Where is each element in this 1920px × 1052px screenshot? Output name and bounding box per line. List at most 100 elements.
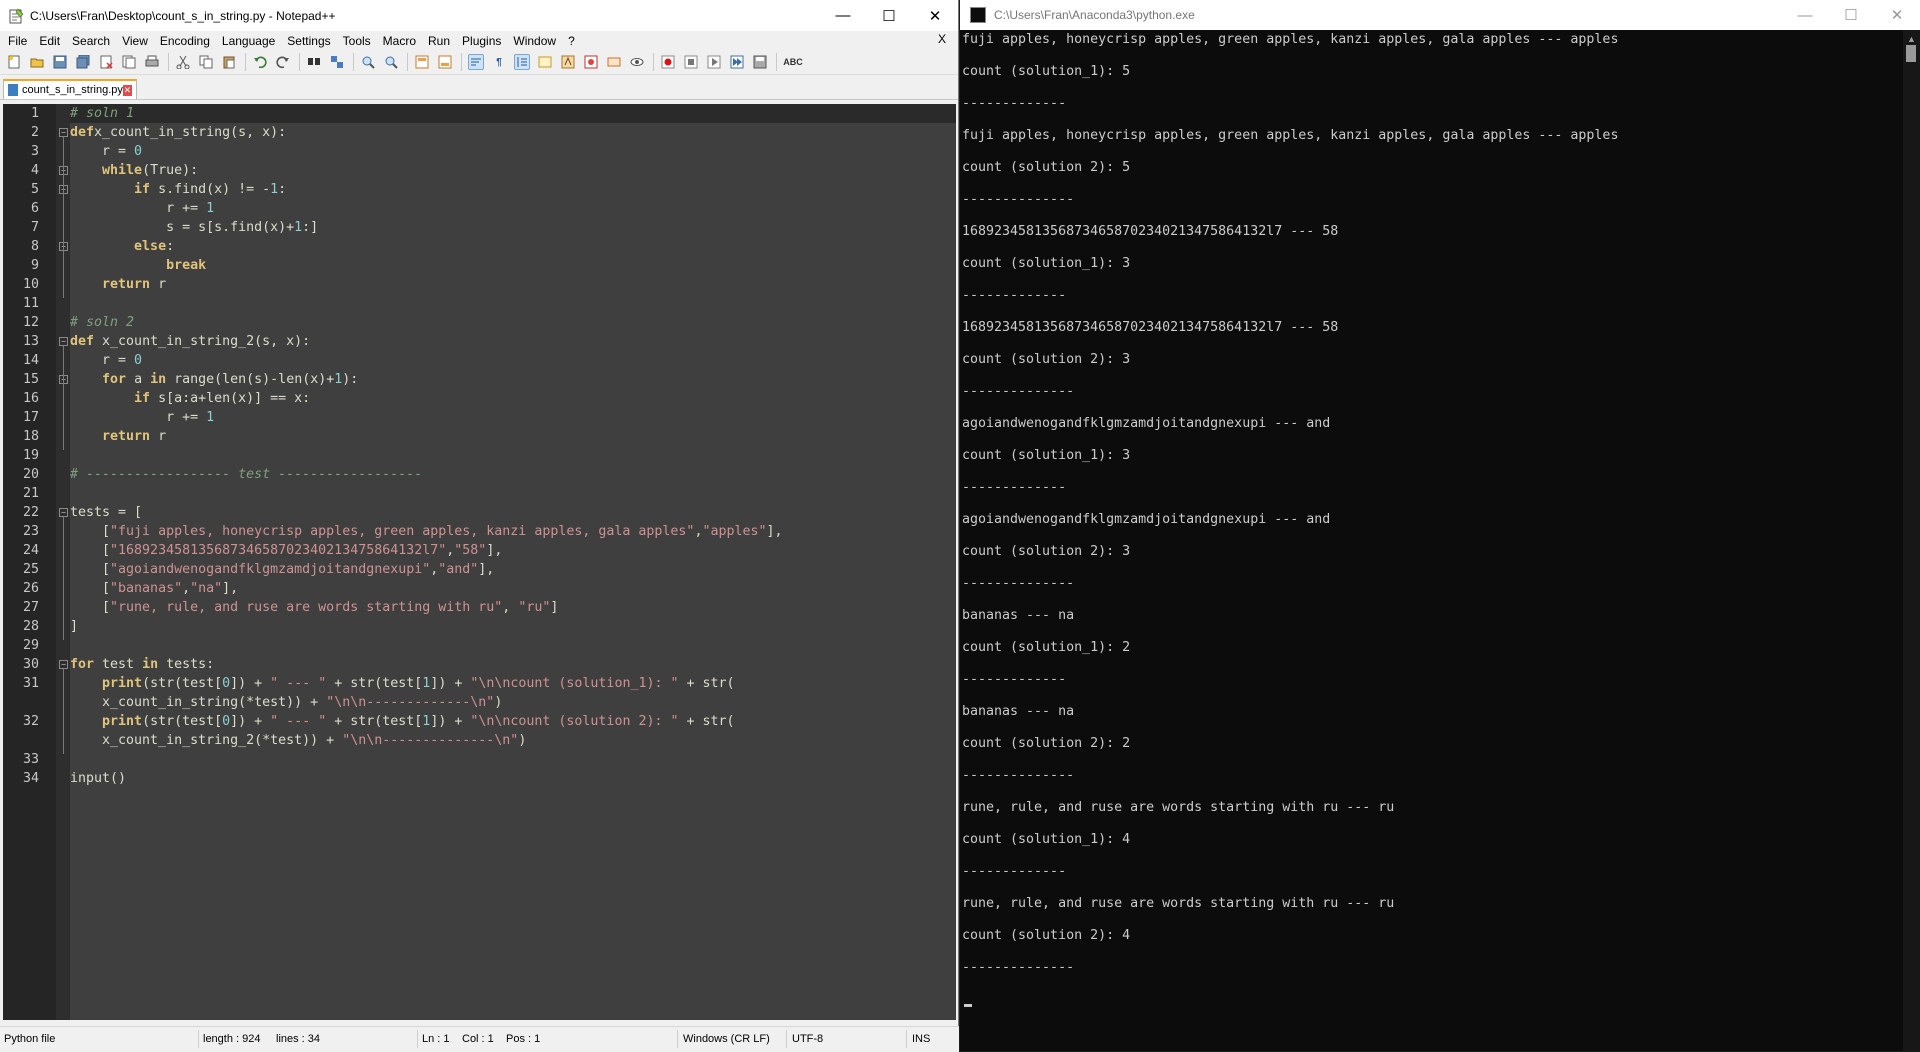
menu-search[interactable]: Search — [66, 34, 116, 48]
line-number: 31 — [22, 676, 39, 691]
console-line: -------------- — [962, 192, 1075, 207]
console-scrollbar[interactable]: ▲ — [1903, 30, 1920, 1051]
monitoring-icon[interactable] — [606, 54, 622, 70]
sync-vertical-icon[interactable] — [414, 54, 430, 70]
document-map-icon[interactable] — [537, 54, 553, 70]
fold-toggle-icon[interactable]: − — [59, 660, 68, 669]
menu-view[interactable]: View — [116, 34, 154, 48]
close-all-icon[interactable] — [121, 54, 137, 70]
zoom-in-icon[interactable] — [360, 54, 376, 70]
code-line: ["bananas","na"], — [70, 579, 238, 598]
console-line: fuji apples, honeycrisp apples, green ap… — [962, 32, 1619, 47]
status-eol[interactable]: Windows (CR LF) — [683, 1033, 770, 1045]
console-line: -------------- — [962, 384, 1075, 399]
menu-window[interactable]: Window — [507, 34, 562, 48]
code-token: "ru" — [518, 600, 551, 615]
fold-toggle-icon[interactable]: − — [59, 508, 68, 517]
menu-edit[interactable]: Edit — [33, 34, 66, 48]
menu-file[interactable]: File — [2, 34, 33, 48]
menu-macro[interactable]: Macro — [377, 34, 422, 48]
save-all-icon[interactable] — [75, 54, 91, 70]
copy-icon[interactable] — [198, 54, 214, 70]
save-macro-icon[interactable] — [752, 54, 768, 70]
redo-icon[interactable] — [275, 54, 291, 70]
minimize-button[interactable]: — — [820, 0, 866, 31]
status-encoding[interactable]: UTF-8 — [792, 1033, 823, 1045]
code-token: ], — [478, 562, 495, 577]
show-all-characters-icon[interactable]: ¶ — [491, 54, 507, 70]
code-token: "bananas" — [110, 581, 183, 596]
indent-guide-icon[interactable] — [514, 54, 530, 70]
code-line: if s[a:a+len(x)] == x: — [70, 389, 310, 408]
code-token: + str( — [678, 676, 735, 691]
save-icon[interactable] — [52, 54, 68, 70]
tab-close-icon[interactable]: ✕ — [122, 84, 132, 96]
code-token: " --- " — [270, 714, 327, 729]
close-document-button[interactable]: X — [932, 32, 952, 46]
paste-icon[interactable] — [221, 54, 237, 70]
status-insert-mode[interactable]: INS — [912, 1033, 930, 1045]
eye-icon[interactable] — [629, 54, 645, 70]
console-close-button[interactable]: ✕ — [1874, 0, 1920, 31]
run-macro-multiple-icon[interactable] — [729, 54, 745, 70]
code-editor[interactable]: 1 2 3 4 5 6 7 8 9 10 11 12 13 14 15 16 17 18 19 20 21 22 23 24 2… — [3, 104, 956, 1020]
line-number: 19 — [22, 448, 39, 463]
notepadpp-titlebar[interactable]: C:\Users\Fran\Desktop\count_s_in_string.… — [0, 0, 958, 31]
menu-tools[interactable]: Tools — [337, 34, 377, 48]
code-token: [ — [70, 581, 111, 596]
zoom-out-icon[interactable] — [383, 54, 399, 70]
fold-guide-line — [63, 669, 64, 754]
close-file-icon[interactable] — [98, 54, 114, 70]
fold-toggle-icon[interactable]: − — [59, 337, 68, 346]
line-number: 24 — [22, 543, 39, 558]
code-token: # soln 1 — [70, 106, 135, 121]
record-macro-icon[interactable] — [660, 54, 676, 70]
folder-as-workspace-icon[interactable] — [583, 54, 599, 70]
tab-count-s-in-string[interactable]: count_s_in_string.py ✕ — [3, 79, 137, 99]
stop-macro-icon[interactable] — [683, 54, 699, 70]
scroll-up-arrow-icon[interactable]: ▲ — [1907, 34, 1916, 44]
close-button[interactable]: ✕ — [912, 0, 958, 31]
console-line: count (solution_1): 3 — [962, 448, 1131, 463]
menu-help[interactable]: ? — [562, 34, 581, 48]
console-maximize-button[interactable]: ☐ — [1828, 0, 1874, 31]
menu-run[interactable]: Run — [422, 34, 456, 48]
function-list-icon[interactable] — [560, 54, 576, 70]
toolbar-separator — [353, 53, 354, 71]
cut-icon[interactable] — [175, 54, 191, 70]
sync-horizontal-icon[interactable] — [437, 54, 453, 70]
toolbar-separator — [653, 53, 654, 71]
new-file-icon[interactable] — [6, 54, 22, 70]
open-file-icon[interactable] — [29, 54, 45, 70]
menu-plugins[interactable]: Plugins — [456, 34, 507, 48]
code-area[interactable]: # soln 1 defx_count_in_string(s, x): r = … — [70, 104, 956, 1020]
current-line-highlight — [70, 104, 956, 123]
fold-margin[interactable]: −−−−−−−− — [56, 104, 70, 1020]
code-line: def x_count_in_string_2(s, x): — [70, 332, 310, 351]
find-icon[interactable] — [306, 54, 322, 70]
menu-encoding[interactable]: Encoding — [154, 34, 216, 48]
code-token: + str(test[ — [326, 676, 423, 691]
console-output[interactable]: fuji apples, honeycrisp apples, green ap… — [962, 30, 1892, 1051]
maximize-button[interactable]: ☐ — [866, 0, 912, 31]
code-token: + str( — [678, 714, 735, 729]
fold-toggle-icon[interactable]: − — [59, 128, 68, 137]
replace-icon[interactable] — [329, 54, 345, 70]
undo-icon[interactable] — [252, 54, 268, 70]
code-token: s.find(x) != - — [150, 182, 271, 197]
console-minimize-button[interactable]: — — [1782, 0, 1828, 31]
word-wrap-icon[interactable] — [468, 54, 484, 70]
play-macro-icon[interactable] — [706, 54, 722, 70]
print-icon[interactable] — [144, 54, 160, 70]
scrollbar-thumb[interactable] — [1906, 45, 1916, 62]
menu-language[interactable]: Language — [216, 34, 281, 48]
menu-settings[interactable]: Settings — [281, 34, 336, 48]
console-titlebar[interactable]: C:\Users\Fran\Anaconda3\python.exe — ☐ ✕ — [960, 0, 1920, 30]
line-number: 2 — [30, 125, 39, 140]
status-separator — [786, 1030, 787, 1048]
code-token: return — [102, 429, 151, 444]
code-line: r += 1 — [70, 408, 214, 427]
spell-check-icon[interactable]: ABC — [783, 54, 803, 70]
